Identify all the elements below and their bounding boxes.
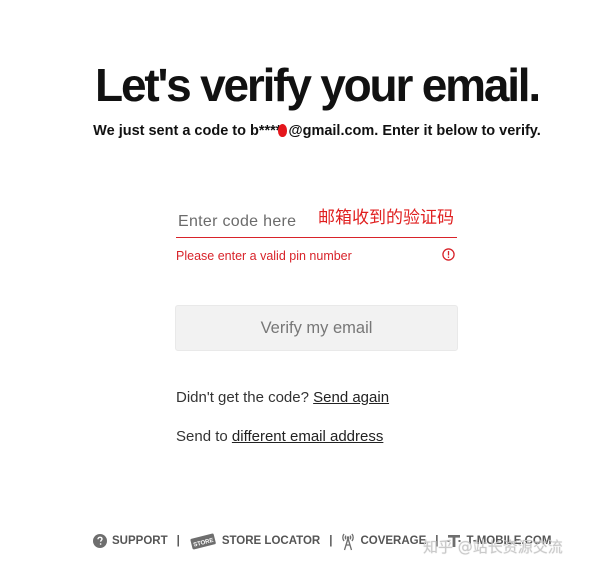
change-email-row: Send to different email address: [176, 428, 383, 445]
instruction-text: We just sent a code to b**** @gmail.com. …: [0, 123, 600, 139]
footer-separator: |: [329, 535, 333, 547]
footer-store-locator-link[interactable]: STORE STORE LOCATOR: [189, 531, 320, 551]
resend-row: Didn't get the code? Send again: [176, 389, 389, 406]
instruction-text-start: We just sent a code to b****: [93, 123, 282, 139]
exclamation-circle-icon: [442, 248, 455, 261]
change-email-prompt: Send to: [176, 428, 228, 445]
resend-prompt: Didn't get the code?: [176, 389, 309, 406]
footer-coverage-link[interactable]: COVERAGE: [341, 531, 426, 551]
footer-tmobile-label: T-MOBILE.COM: [466, 535, 552, 547]
footer-support-link[interactable]: SUPPORT: [93, 534, 168, 548]
footer-coverage-label: COVERAGE: [360, 535, 427, 547]
page-title: Let's verify your email.: [95, 59, 541, 111]
redaction-mark: [278, 124, 288, 137]
footer-store-locator-label: STORE LOCATOR: [221, 535, 321, 547]
question-circle-icon: [93, 534, 107, 548]
instruction-text-end: @gmail.com. Enter it below to verify.: [288, 123, 541, 139]
different-email-link[interactable]: different email address: [232, 428, 383, 445]
verify-email-button[interactable]: Verify my email: [175, 305, 458, 351]
footer-links: SUPPORT | STORE STORE LOCATOR | COVERAGE…: [93, 531, 551, 551]
store-icon: STORE: [190, 533, 216, 550]
footer-tmobile-link[interactable]: T-MOBILE.COM: [447, 533, 551, 549]
footer-separator: |: [435, 535, 439, 547]
signal-tower-icon: [342, 533, 355, 551]
error-message: Please enter a valid pin number: [176, 249, 352, 263]
send-again-link[interactable]: Send again: [313, 389, 389, 406]
footer-support-label: SUPPORT: [112, 535, 168, 547]
t-mobile-logo-icon: [447, 535, 461, 547]
footer-separator: |: [176, 535, 180, 547]
verification-code-input[interactable]: [176, 206, 457, 238]
